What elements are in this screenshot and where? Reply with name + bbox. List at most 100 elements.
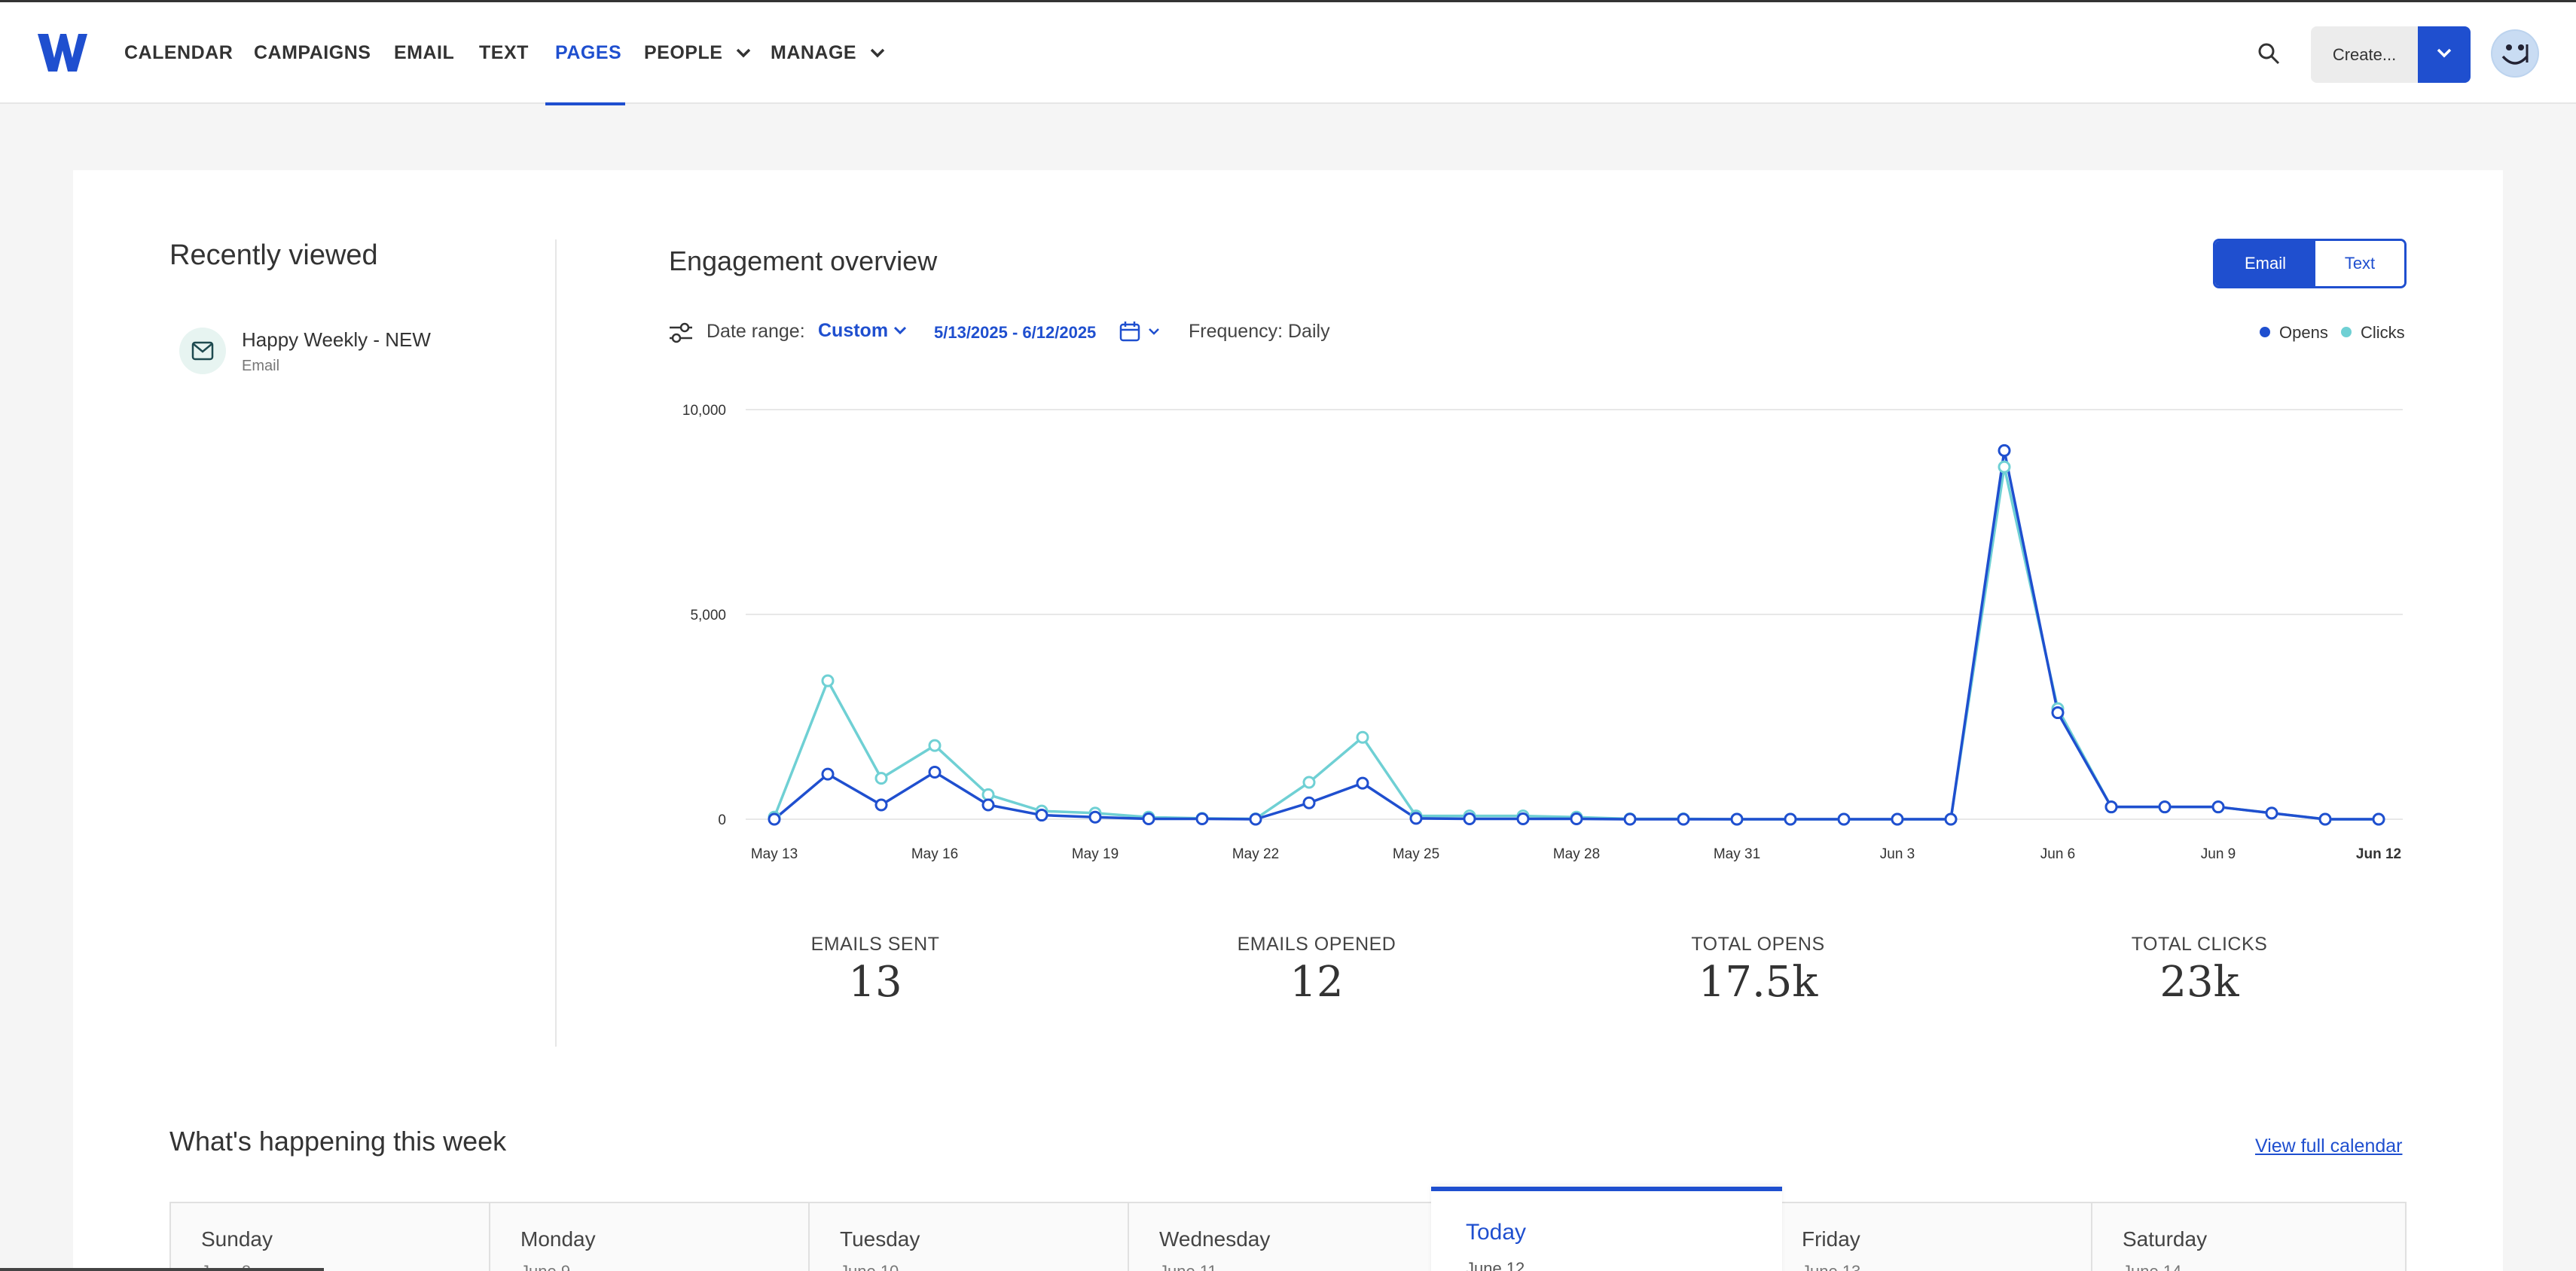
data-point-opens[interactable]: [1891, 812, 1904, 826]
data-point-opens[interactable]: [928, 765, 942, 779]
day-date: June 11: [1159, 1262, 1217, 1271]
nav-people[interactable]: PEOPLE: [644, 2, 751, 104]
day-name: Wednesday: [1159, 1227, 1271, 1251]
day-date: June 13: [1802, 1262, 1860, 1271]
x-tick-label: Jun 6: [2040, 846, 2075, 862]
filter-sliders-icon[interactable]: [668, 322, 694, 344]
data-point-opens[interactable]: [821, 767, 835, 781]
data-point-opens[interactable]: [2265, 806, 2278, 820]
x-tick-label: May 28: [1553, 846, 1600, 862]
legend-clicks-label: Clicks: [2361, 323, 2405, 342]
date-range-select[interactable]: Custom: [818, 320, 888, 342]
data-point-opens[interactable]: [874, 798, 888, 812]
x-tick-label: Jun 3: [1880, 846, 1915, 862]
data-point-opens[interactable]: [1944, 812, 1958, 826]
data-point-opens[interactable]: [1463, 812, 1476, 825]
create-button[interactable]: Create...: [2311, 26, 2418, 83]
today-date: June 12: [1466, 1259, 1525, 1271]
x-tick-label: Jun 12: [2356, 846, 2401, 862]
week-calendar-row: Sunday June 8 Monday June 9 Tuesday June…: [169, 1202, 2407, 1271]
data-point-opens[interactable]: [1302, 796, 1316, 809]
data-point-opens[interactable]: [2158, 800, 2172, 814]
data-point-opens[interactable]: [1409, 812, 1423, 825]
horizontal-scrollbar[interactable]: [0, 1268, 324, 1271]
day-cell-wednesday[interactable]: Wednesday June 11: [1129, 1203, 1433, 1271]
data-point-clicks[interactable]: [874, 772, 888, 785]
stat-total-clicks-label: TOTAL CLICKS: [2131, 934, 2268, 955]
stat-total-opens-label: TOTAL OPENS: [1691, 934, 1825, 955]
create-dropdown-button[interactable]: [2418, 26, 2471, 83]
stat-emails-opened-label: EMAILS OPENED: [1237, 934, 1396, 955]
day-date: June 14: [2123, 1262, 2181, 1271]
day-date: June 10: [840, 1262, 899, 1271]
recent-item-type: Email: [242, 358, 280, 374]
data-point-opens[interactable]: [1837, 812, 1851, 826]
brand-logo-icon[interactable]: [38, 34, 87, 72]
calendar-icon[interactable]: [1119, 321, 1140, 342]
day-cell-saturday[interactable]: Saturday June 14: [2092, 1203, 2405, 1271]
data-point-opens[interactable]: [1516, 812, 1530, 825]
x-tick-label: May 25: [1393, 846, 1439, 862]
nav-campaigns[interactable]: CAMPAIGNS: [254, 2, 371, 104]
series-line-clicks: [773, 465, 2379, 821]
data-point-opens[interactable]: [1623, 812, 1637, 826]
engagement-overview-title: Engagement overview: [669, 245, 938, 276]
data-point-clicks[interactable]: [1356, 730, 1369, 744]
data-point-clicks[interactable]: [1998, 460, 2011, 474]
chevron-down-icon[interactable]: [1148, 328, 1160, 336]
search-icon[interactable]: [2257, 42, 2280, 65]
toggle-email-button[interactable]: Email: [2215, 241, 2315, 286]
data-point-opens[interactable]: [1570, 812, 1583, 825]
recent-item-title[interactable]: Happy Weekly - NEW: [242, 328, 431, 352]
x-tick-label: May 31: [1714, 846, 1760, 862]
nav-text[interactable]: TEXT: [479, 2, 529, 104]
legend-opens-label: Opens: [2279, 323, 2328, 342]
data-point-opens[interactable]: [2104, 800, 2118, 814]
data-point-opens[interactable]: [1730, 812, 1744, 826]
user-avatar[interactable]: [2491, 29, 2539, 78]
data-point-opens[interactable]: [1249, 812, 1262, 826]
data-point-opens[interactable]: [981, 798, 995, 812]
data-point-clicks[interactable]: [928, 739, 942, 752]
data-point-opens[interactable]: [2211, 800, 2225, 814]
top-navbar: CALENDAR CAMPAIGNS EMAIL TEXT PAGES PEOP…: [0, 2, 2576, 105]
day-name: Sunday: [201, 1227, 273, 1251]
data-point-opens[interactable]: [1195, 812, 1209, 825]
nav-calendar[interactable]: CALENDAR: [124, 2, 233, 104]
toggle-text-button[interactable]: Text: [2315, 241, 2404, 286]
stat-total-opens-value: 17.5k: [1698, 958, 1818, 1007]
data-point-clicks[interactable]: [821, 674, 835, 687]
day-cell-monday[interactable]: Monday June 9: [490, 1203, 810, 1271]
data-point-opens[interactable]: [1356, 776, 1369, 790]
data-point-opens[interactable]: [1035, 809, 1048, 822]
data-point-opens[interactable]: [1142, 812, 1155, 825]
data-point-opens[interactable]: [2318, 812, 2332, 826]
smiley-avatar-icon: [2492, 31, 2538, 76]
chevron-down-icon[interactable]: [893, 326, 907, 335]
data-point-clicks[interactable]: [1302, 776, 1316, 789]
data-point-opens[interactable]: [1784, 812, 1797, 826]
data-point-clicks[interactable]: [981, 788, 995, 801]
date-range-value[interactable]: 5/13/2025 - 6/12/2025: [934, 323, 1096, 343]
day-cell-sunday[interactable]: Sunday June 8: [171, 1203, 490, 1271]
week-section-title: What's happening this week: [169, 1126, 507, 1157]
data-point-opens[interactable]: [2051, 706, 2065, 720]
data-point-opens[interactable]: [1677, 812, 1690, 826]
view-full-calendar-link[interactable]: View full calendar: [2255, 1135, 2402, 1157]
chevron-down-icon: [870, 49, 884, 58]
nav-pages[interactable]: PAGES: [555, 2, 621, 104]
day-cell-tuesday[interactable]: Tuesday June 10: [810, 1203, 1129, 1271]
data-point-opens[interactable]: [1998, 443, 2011, 457]
x-tick-label: May 22: [1232, 846, 1279, 862]
nav-people-label: PEOPLE: [644, 42, 723, 63]
nav-manage[interactable]: MANAGE: [771, 2, 885, 104]
data-point-opens[interactable]: [768, 812, 781, 826]
nav-manage-label: MANAGE: [771, 42, 857, 63]
day-name: Saturday: [2123, 1227, 2208, 1251]
day-cell-friday[interactable]: Friday June 13: [1784, 1203, 2092, 1271]
data-point-opens[interactable]: [2372, 812, 2385, 826]
nav-email[interactable]: EMAIL: [394, 2, 454, 104]
day-cell-today[interactable]: Today June 12: [1431, 1187, 1782, 1271]
data-point-opens[interactable]: [1088, 810, 1102, 824]
chevron-down-icon: [736, 49, 751, 58]
